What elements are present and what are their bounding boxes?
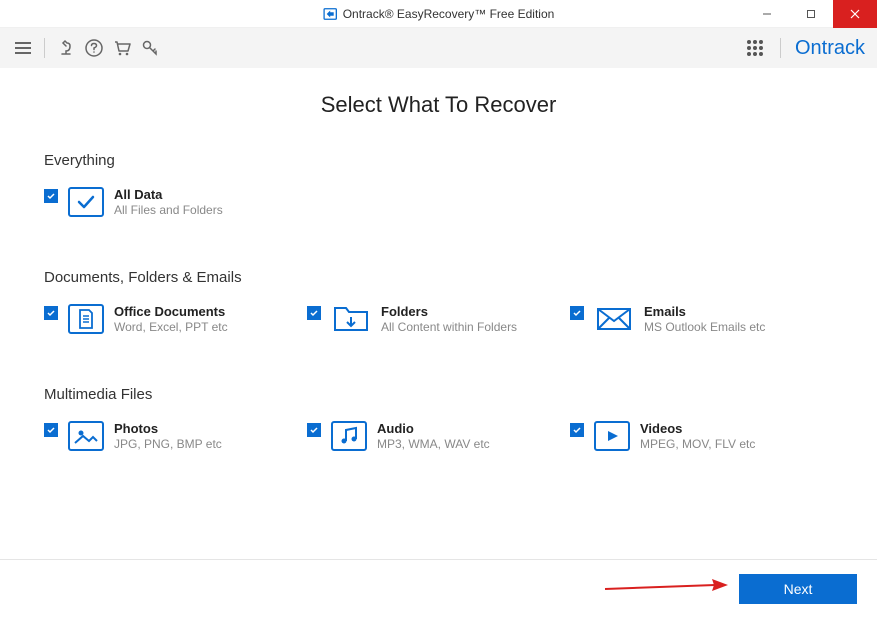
- separator: [44, 38, 45, 58]
- section-documents: Documents, Folders & Emails Office Docum…: [44, 269, 833, 334]
- option-videos[interactable]: Videos MPEG, MOV, FLV etc: [570, 421, 833, 451]
- checkbox-photos[interactable]: [44, 423, 58, 437]
- option-title: Folders: [381, 304, 517, 319]
- section-everything: Everything All Data All Files and Folder…: [44, 152, 833, 217]
- next-button[interactable]: Next: [739, 574, 857, 604]
- option-subtitle: MS Outlook Emails etc: [644, 320, 765, 334]
- option-title: All Data: [114, 187, 223, 202]
- window-title: Ontrack® EasyRecovery™ Free Edition: [343, 7, 555, 21]
- checkbox-emails[interactable]: [570, 306, 584, 320]
- photo-icon: [68, 421, 104, 451]
- check-icon: [68, 187, 104, 217]
- checkbox-videos[interactable]: [570, 423, 584, 437]
- folder-icon: [331, 304, 371, 334]
- option-title: Office Documents: [114, 304, 228, 319]
- checkbox-audio[interactable]: [307, 423, 321, 437]
- toolbar-left: [12, 37, 161, 59]
- section-head-multimedia: Multimedia Files: [44, 386, 833, 403]
- separator: [780, 38, 781, 58]
- help-icon[interactable]: [83, 37, 105, 59]
- option-all-data[interactable]: All Data All Files and Folders: [44, 187, 309, 217]
- brand-logo: Ontrack: [795, 37, 865, 60]
- key-icon[interactable]: [139, 37, 161, 59]
- window-controls: [745, 0, 877, 28]
- title-bar: Ontrack® EasyRecovery™ Free Edition: [0, 0, 877, 28]
- section-head-everything: Everything: [44, 152, 833, 169]
- option-audio[interactable]: Audio MP3, WMA, WAV etc: [307, 421, 570, 451]
- option-title: Videos: [640, 421, 755, 436]
- checkbox-office[interactable]: [44, 306, 58, 320]
- option-photos[interactable]: Photos JPG, PNG, BMP etc: [44, 421, 307, 451]
- option-office-documents[interactable]: Office Documents Word, Excel, PPT etc: [44, 304, 307, 334]
- close-button[interactable]: [833, 0, 877, 28]
- option-subtitle: Word, Excel, PPT etc: [114, 320, 228, 334]
- checkbox-folders[interactable]: [307, 306, 321, 320]
- section-head-documents: Documents, Folders & Emails: [44, 269, 833, 286]
- music-icon: [331, 421, 367, 451]
- page-title: Select What To Recover: [44, 92, 833, 118]
- apps-grid-icon[interactable]: [744, 37, 766, 59]
- minimize-button[interactable]: [745, 0, 789, 28]
- option-subtitle: MPEG, MOV, FLV etc: [640, 437, 755, 451]
- option-emails[interactable]: Emails MS Outlook Emails etc: [570, 304, 833, 334]
- option-title: Emails: [644, 304, 765, 319]
- option-subtitle: JPG, PNG, BMP etc: [114, 437, 222, 451]
- app-icon: [323, 7, 337, 21]
- option-title: Photos: [114, 421, 222, 436]
- option-subtitle: All Files and Folders: [114, 203, 223, 217]
- document-icon: [68, 304, 104, 334]
- section-multimedia: Multimedia Files Photos JPG, PNG, BMP et…: [44, 386, 833, 451]
- annotation-arrow-icon: [600, 577, 730, 597]
- option-subtitle: All Content within Folders: [381, 320, 517, 334]
- video-icon: [594, 421, 630, 451]
- checkbox-all-data[interactable]: [44, 189, 58, 203]
- maximize-button[interactable]: [789, 0, 833, 28]
- microscope-icon[interactable]: [55, 37, 77, 59]
- cart-icon[interactable]: [111, 37, 133, 59]
- option-folders[interactable]: Folders All Content within Folders: [307, 304, 570, 334]
- toolbar: Ontrack: [0, 28, 877, 68]
- menu-icon[interactable]: [12, 37, 34, 59]
- option-subtitle: MP3, WMA, WAV etc: [377, 437, 490, 451]
- option-title: Audio: [377, 421, 490, 436]
- title-bar-center: Ontrack® EasyRecovery™ Free Edition: [323, 7, 555, 21]
- footer: Next: [0, 559, 877, 617]
- main-content: Select What To Recover Everything All Da…: [0, 68, 877, 451]
- email-icon: [594, 304, 634, 334]
- toolbar-right: Ontrack: [744, 37, 865, 60]
